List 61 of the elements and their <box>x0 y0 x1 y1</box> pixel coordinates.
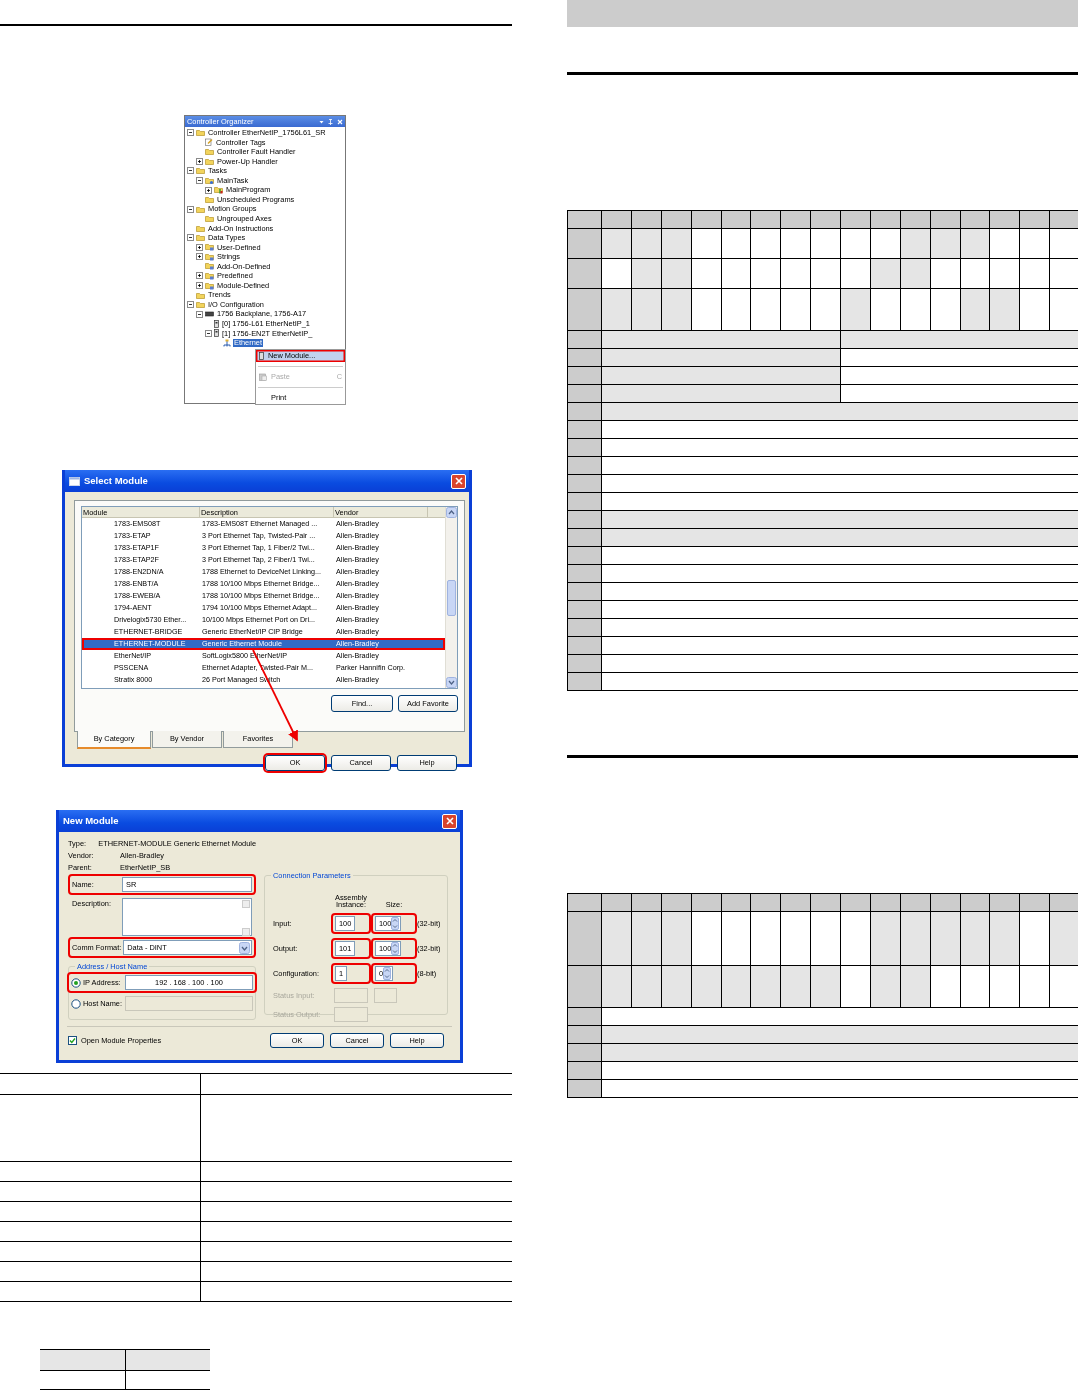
close-icon[interactable] <box>337 118 343 125</box>
spinner-icon[interactable] <box>391 941 400 955</box>
expand-icon[interactable] <box>196 272 203 280</box>
table-cell <box>567 893 602 912</box>
collapse-icon[interactable] <box>196 310 203 318</box>
expand-icon[interactable] <box>196 253 203 261</box>
radio-button[interactable] <box>71 998 81 1009</box>
backplane-icon <box>205 311 214 318</box>
collapse-icon[interactable] <box>187 234 194 242</box>
expand-icon[interactable] <box>196 243 203 251</box>
collapse-icon[interactable] <box>187 301 194 309</box>
network-icon <box>223 338 231 347</box>
spinner-icon[interactable] <box>383 966 392 980</box>
folder-icon <box>205 271 214 280</box>
scroll-thumb[interactable] <box>447 579 456 616</box>
radio-button[interactable] <box>71 977 81 988</box>
close-button[interactable] <box>442 813 457 829</box>
spinner-icon[interactable] <box>391 916 400 930</box>
text-field[interactable] <box>125 996 253 1011</box>
text-field[interactable] <box>334 987 368 1003</box>
collapse-icon[interactable] <box>187 167 194 175</box>
window-icon <box>69 476 80 486</box>
dropdown-icon[interactable] <box>319 118 324 125</box>
collapse-icon[interactable] <box>187 129 194 137</box>
dialog-title: Select Module <box>84 473 148 488</box>
scrollbar[interactable] <box>242 900 250 936</box>
scroll-down-icon[interactable] <box>446 677 457 688</box>
module-icon <box>259 352 264 360</box>
dialog-title: New Module <box>63 813 119 828</box>
clipboard-icon <box>259 373 267 381</box>
close-icon <box>454 477 463 485</box>
close-button[interactable] <box>451 473 466 489</box>
folder-icon <box>205 281 214 290</box>
folder-icon <box>205 262 214 271</box>
expand-icon[interactable] <box>205 186 212 194</box>
close-icon <box>445 817 454 825</box>
text-area[interactable] <box>122 898 252 936</box>
document-pencil-icon <box>205 138 213 147</box>
scroll-up-icon[interactable] <box>446 507 457 518</box>
collapse-icon[interactable] <box>196 177 203 184</box>
collapse-icon[interactable] <box>187 205 194 213</box>
text-field[interactable] <box>334 1006 368 1022</box>
folder-icon <box>205 252 214 261</box>
table-cell <box>567 258 602 289</box>
table-cell <box>567 228 602 259</box>
scrollbar[interactable] <box>445 507 457 688</box>
folder-icon <box>205 176 214 185</box>
folder-icon <box>196 129 205 137</box>
text-field[interactable] <box>374 987 397 1003</box>
folder-icon <box>214 186 223 195</box>
folder-icon <box>205 243 214 252</box>
table-cell <box>567 210 602 229</box>
table-cell <box>567 965 602 1008</box>
expand-icon[interactable] <box>196 282 203 289</box>
table-cell <box>567 288 602 331</box>
caret-icon <box>239 941 250 954</box>
pin-icon[interactable] <box>328 118 333 125</box>
expand-icon[interactable] <box>196 157 203 165</box>
checkbox[interactable] <box>68 1036 77 1045</box>
collapse-icon[interactable] <box>205 329 212 337</box>
table-cell <box>567 911 602 966</box>
